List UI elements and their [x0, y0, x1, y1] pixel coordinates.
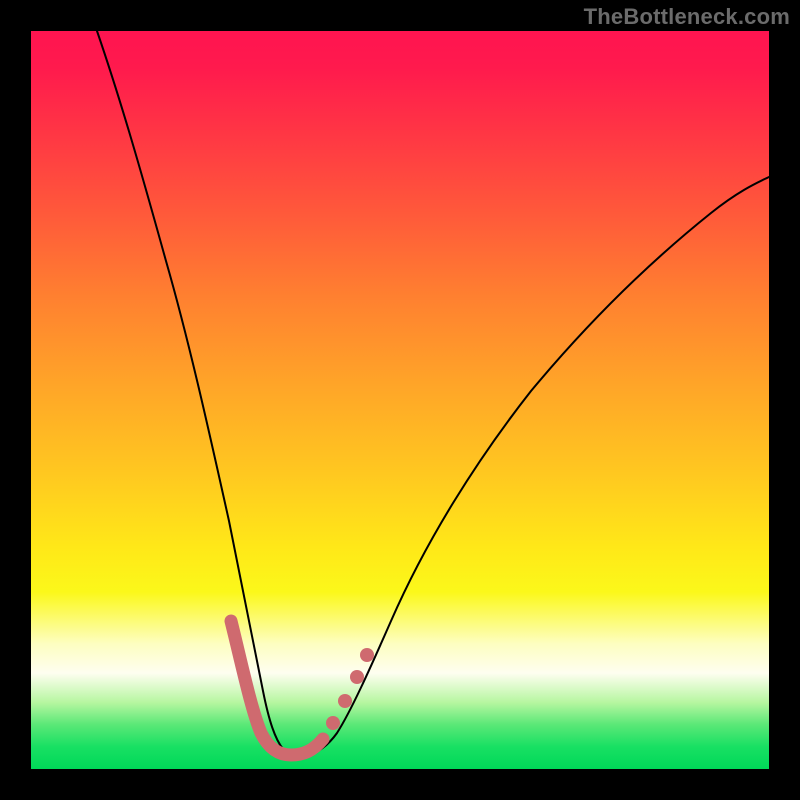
watermark-text: TheBottleneck.com [584, 4, 790, 30]
chart-stage: TheBottleneck.com [0, 0, 800, 800]
curve-svg [31, 31, 769, 769]
plot-area [31, 31, 769, 769]
bottleneck-curve [97, 31, 769, 756]
highlight-dot [360, 648, 374, 662]
highlight-dot [326, 716, 340, 730]
highlight-segment [231, 621, 323, 755]
highlight-dot [350, 670, 364, 684]
highlight-dot [338, 694, 352, 708]
